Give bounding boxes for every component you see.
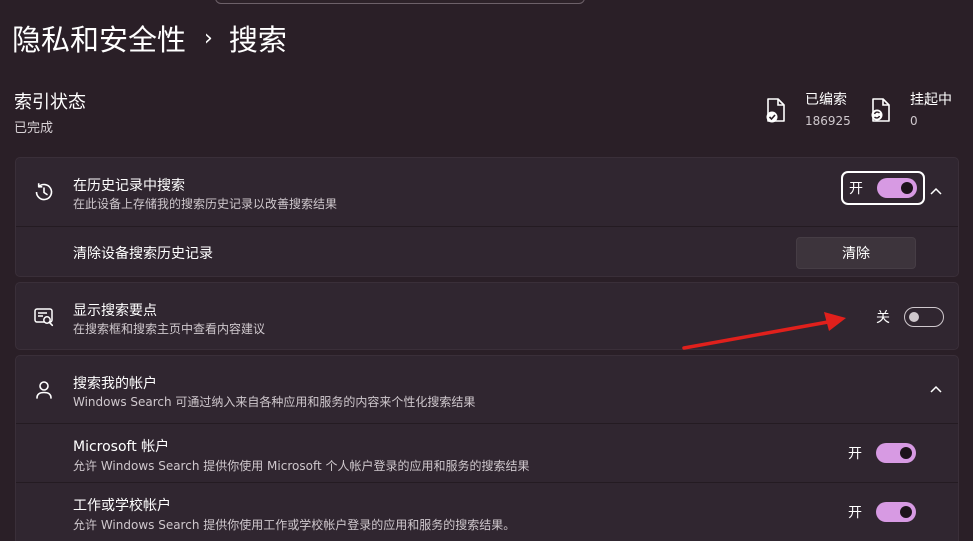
search-accounts-row[interactable]: 搜索我的帐户 Windows Search 可通过纳入来自各种应用和服务的内容来… [16, 356, 958, 423]
toggle-state-label: 关 [876, 310, 890, 326]
chevron-up-icon[interactable] [928, 184, 944, 200]
search-highlights-card: 显示搜索要点 在搜索框和搜索主页中查看内容建议 关 [15, 282, 959, 350]
microsoft-account-toggle[interactable] [876, 443, 916, 463]
search-highlights-icon [34, 308, 54, 327]
toggle-state-label: 开 [848, 505, 862, 521]
history-search-card: 在历史记录中搜索 在此设备上存储我的搜索历史记录以改善搜索结果 开 清除设备搜索… [15, 157, 959, 277]
work-account-title: 工作或学校帐户 [73, 498, 171, 514]
page-title: 搜索 [228, 23, 287, 57]
pending-stat: 挂起中 0 [870, 91, 952, 129]
history-search-toggle[interactable] [877, 178, 917, 198]
search-accounts-description: Windows Search 可通过纳入来自各种应用和服务的内容来个性化搜索结果 [73, 395, 476, 409]
toggle-state-label: 开 [848, 446, 862, 462]
pending-count: 0 [910, 114, 918, 128]
search-highlights-title: 显示搜索要点 [73, 303, 157, 319]
search-box-edge [215, 0, 585, 4]
microsoft-account-toggle-group[interactable]: 开 [848, 443, 916, 463]
document-check-icon [766, 98, 785, 123]
toggle-state-label: 开 [849, 181, 863, 197]
history-search-toggle-focus[interactable]: 开 [841, 171, 925, 205]
work-account-toggle-group[interactable]: 开 [848, 502, 916, 522]
microsoft-account-description: 允许 Windows Search 提供你使用 Microsoft 个人帐户登录… [73, 459, 530, 473]
history-search-row[interactable]: 在历史记录中搜索 在此设备上存储我的搜索历史记录以改善搜索结果 开 [16, 158, 958, 226]
history-search-title: 在历史记录中搜索 [73, 178, 185, 194]
index-status-title: 索引状态 [14, 92, 86, 113]
indexed-label: 已编索 [805, 92, 847, 108]
microsoft-account-title: Microsoft 帐户 [73, 439, 170, 455]
microsoft-account-row: Microsoft 帐户 允许 Windows Search 提供你使用 Mic… [16, 423, 958, 482]
clear-button[interactable]: 清除 [796, 237, 916, 269]
work-account-toggle[interactable] [876, 502, 916, 522]
chevron-right-icon: › [204, 25, 213, 51]
person-icon [36, 381, 52, 399]
clear-history-row: 清除设备搜索历史记录 清除 [16, 226, 958, 278]
search-highlights-description: 在搜索框和搜索主页中查看内容建议 [73, 322, 266, 336]
pending-label: 挂起中 [910, 92, 952, 108]
work-account-description: 允许 Windows Search 提供你使用工作或学校帐户登录的应用和服务的搜… [73, 518, 516, 532]
clear-history-title: 清除设备搜索历史记录 [73, 246, 213, 262]
search-accounts-card: 搜索我的帐户 Windows Search 可通过纳入来自各种应用和服务的内容来… [15, 355, 959, 541]
breadcrumb: 隐私和安全性 › 搜索 [12, 18, 287, 58]
search-highlights-toggle-group[interactable]: 关 [876, 307, 944, 327]
indexed-stat: 已编索 186925 [765, 91, 851, 129]
search-accounts-title: 搜索我的帐户 [73, 376, 157, 392]
history-icon [35, 183, 53, 201]
work-account-row: 工作或学校帐户 允许 Windows Search 提供你使用工作或学校帐户登录… [16, 482, 958, 541]
indexed-count: 186925 [805, 114, 851, 128]
index-status-value: 已完成 [14, 121, 54, 136]
breadcrumb-parent[interactable]: 隐私和安全性 [12, 17, 186, 59]
history-search-description: 在此设备上存储我的搜索历史记录以改善搜索结果 [73, 197, 338, 211]
search-highlights-toggle[interactable] [904, 307, 944, 327]
document-sync-icon [871, 98, 890, 122]
chevron-up-icon[interactable] [928, 382, 944, 398]
